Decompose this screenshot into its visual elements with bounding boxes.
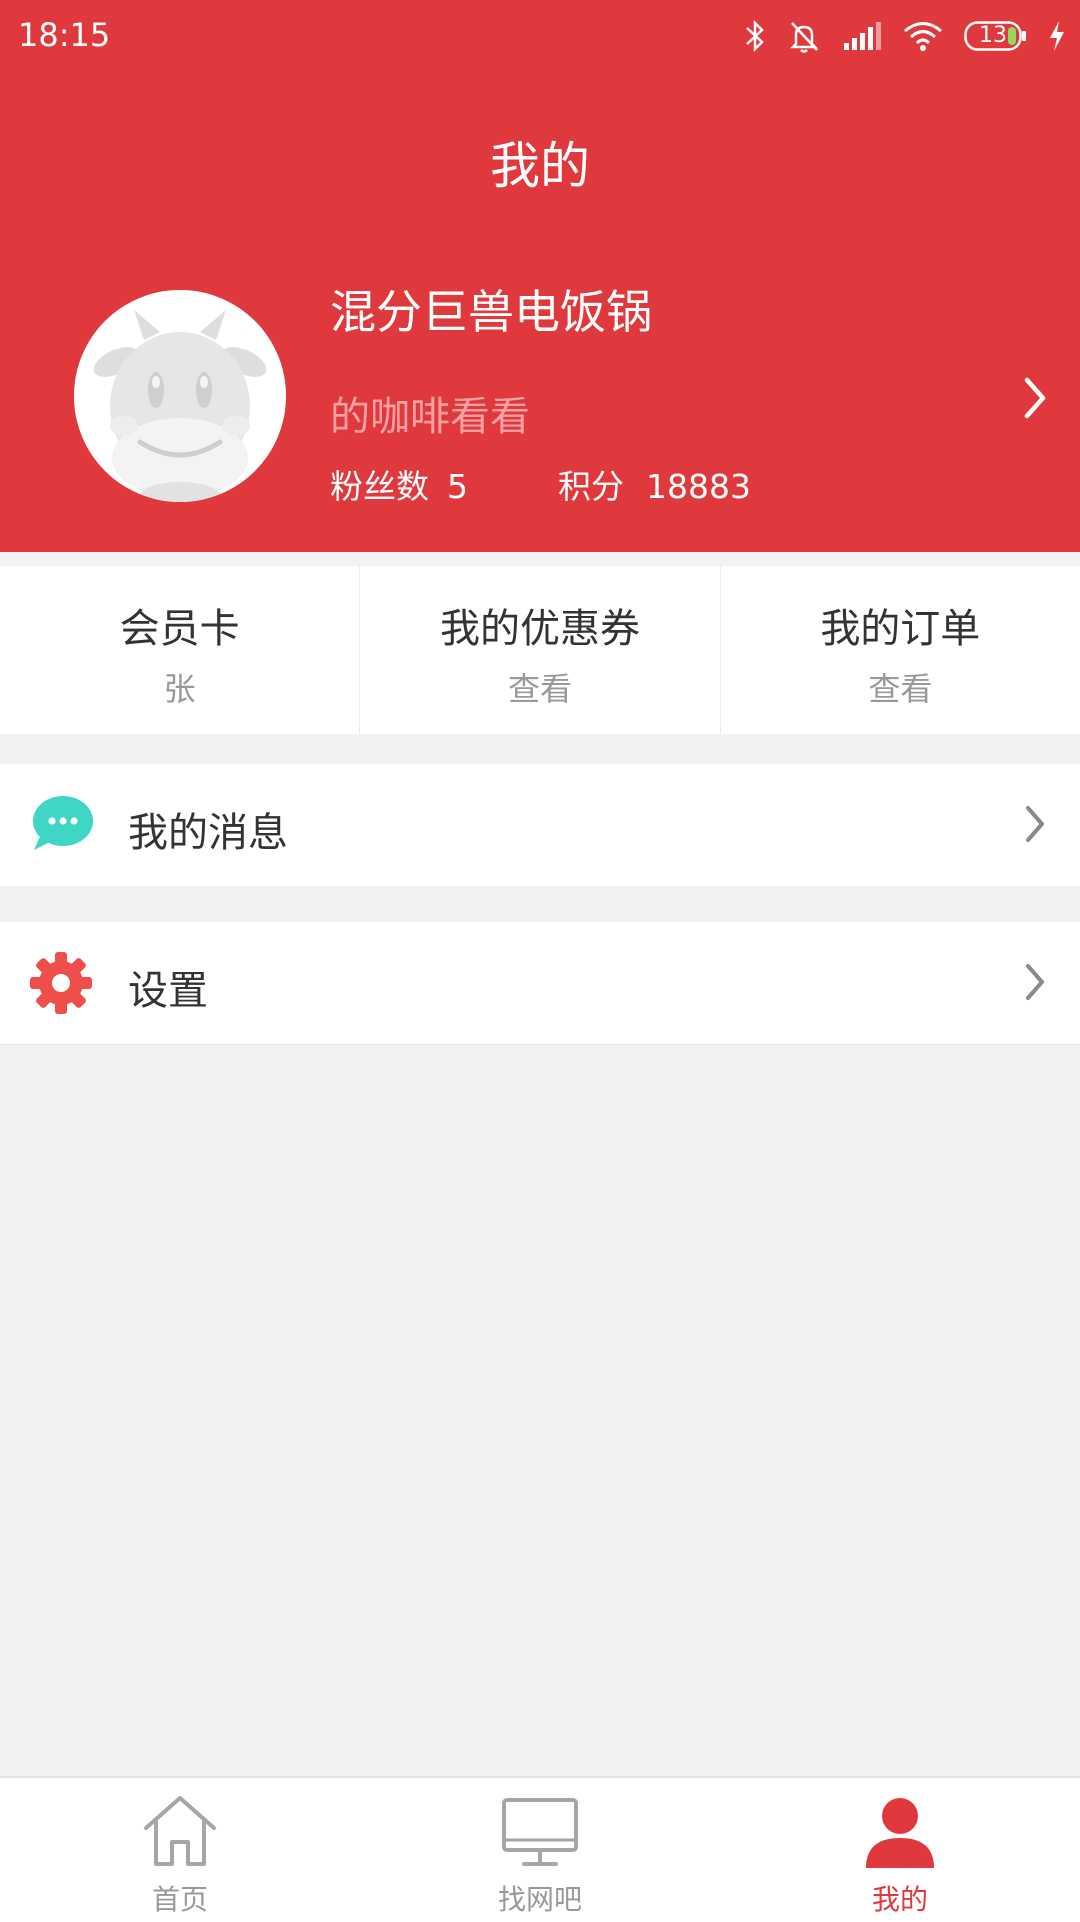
page-title: 我的 (490, 137, 590, 195)
menu-item-label: 设置 (128, 968, 208, 1014)
tab-label: 找网吧 (497, 1883, 582, 1916)
fans-label: 粉丝数 (330, 467, 429, 506)
charging-icon (1050, 21, 1064, 51)
signal-icon (844, 22, 881, 50)
tab-label: 我的 (871, 1883, 928, 1916)
tab-find-cafe[interactable]: 找网吧 (360, 1778, 720, 1922)
user-name: 混分巨兽电饭锅 (330, 285, 652, 339)
menu-item-messages[interactable]: 我的消息 (0, 764, 1080, 886)
points-label: 积分 (558, 467, 624, 506)
user-signature: 的咖啡看看 (330, 394, 530, 440)
chevron-right-icon (1026, 806, 1044, 842)
quick-link-sub: 查看 (507, 670, 572, 708)
menu-item-settings[interactable]: 设置 (0, 922, 1080, 1045)
monitor-icon (502, 1798, 578, 1866)
wifi-icon (904, 22, 942, 51)
quick-link-sub: 张 (163, 670, 196, 708)
quick-links: 会员卡 张 我的优惠券 查看 我的订单 查看 (0, 566, 1080, 734)
mute-bell-icon (789, 22, 819, 53)
battery-indicator: 13 (964, 21, 1028, 51)
chevron-right-icon (1026, 964, 1044, 1000)
quick-link-sub: 查看 (868, 670, 933, 708)
battery-level: 13 (979, 23, 1007, 48)
member-card-button[interactable]: 会员卡 张 (0, 566, 361, 734)
status-bar: 18:15 13 (0, 0, 1080, 72)
tab-home[interactable]: 首页 (0, 1778, 360, 1922)
gear-icon (30, 952, 92, 1014)
quick-link-title: 我的订单 (820, 606, 981, 652)
my-coupons-button[interactable]: 我的优惠券 查看 (360, 566, 721, 734)
bluetooth-icon (746, 19, 764, 53)
chevron-right-icon[interactable] (1022, 376, 1048, 420)
chat-bubble-icon (33, 796, 93, 850)
profile-header: 18:15 13 我的 混分巨兽电饭锅 的咖啡看看 粉丝数 5 积分 18883 (0, 0, 1080, 552)
person-icon (866, 1798, 934, 1868)
tab-mine[interactable]: 我的 (720, 1778, 1080, 1922)
quick-link-title: 会员卡 (119, 606, 240, 652)
bottom-tab-bar: 首页 找网吧 我的 (0, 1776, 1080, 1922)
avatar[interactable] (74, 290, 286, 502)
tab-label: 首页 (151, 1883, 208, 1916)
status-time: 18:15 (18, 16, 111, 54)
user-stats: 粉丝数 5 积分 18883 (330, 460, 751, 508)
my-orders-button[interactable]: 我的订单 查看 (721, 566, 1080, 734)
points-value: 18883 (646, 467, 751, 506)
menu-item-label: 我的消息 (128, 810, 288, 856)
home-icon (144, 1796, 216, 1866)
status-icons: 13 (744, 14, 1066, 58)
quick-link-title: 我的优惠券 (439, 606, 640, 652)
cow-avatar-icon (74, 290, 286, 502)
fans-count: 5 (447, 467, 468, 506)
